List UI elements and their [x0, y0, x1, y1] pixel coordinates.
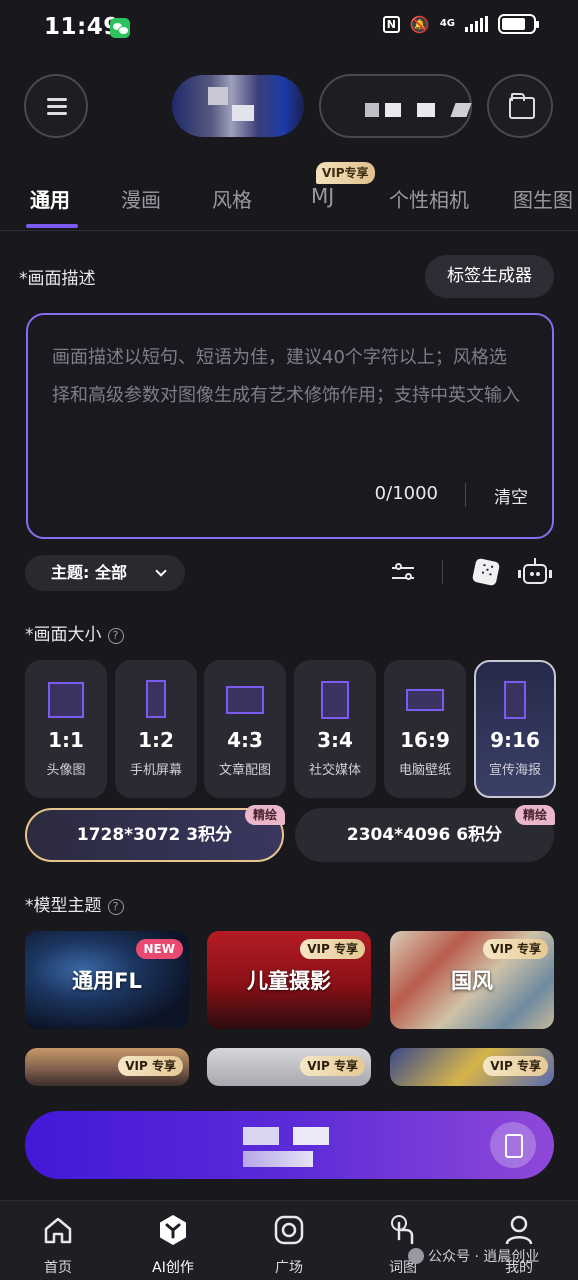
- model-card-child-photo[interactable]: 儿童摄影 VIP 专享: [207, 931, 371, 1029]
- tab-personal-camera[interactable]: 个性相机: [389, 184, 469, 213]
- category-tabs: 通用 漫画 风格 MJ 个性相机 图生图: [0, 180, 578, 226]
- clear-button[interactable]: 清空: [494, 483, 528, 508]
- menu-button[interactable]: [24, 74, 88, 138]
- size-option-16-9[interactable]: 16:9 电脑壁纸: [384, 660, 466, 798]
- nav-tap[interactable]: 词图: [368, 1213, 438, 1277]
- prompt-section-label: *画面描述: [19, 269, 96, 289]
- tab-mj[interactable]: MJ: [311, 184, 334, 208]
- ratio-frame-icon: [321, 681, 349, 719]
- wechat-official-icon: [408, 1248, 424, 1264]
- bottom-nav: 首页 AI创作 广场 词图 我的: [0, 1200, 578, 1280]
- controls-divider: [442, 560, 443, 584]
- vip-badge: VIP 专享: [483, 939, 548, 959]
- settings-sliders-icon[interactable]: [386, 556, 422, 590]
- nav-ai-create[interactable]: AI创作: [138, 1213, 208, 1277]
- tap-icon: [391, 1215, 414, 1245]
- network-type: 4G: [439, 18, 455, 29]
- size-option-4-3[interactable]: 4:3 文章配图: [204, 660, 286, 798]
- tab-image-to-image[interactable]: 图生图: [513, 184, 573, 213]
- new-badge: NEW: [135, 939, 183, 959]
- help-icon[interactable]: ?: [107, 899, 124, 915]
- status-time: 11:49: [44, 14, 120, 40]
- home-icon: [44, 1217, 72, 1244]
- nfc-icon: N: [382, 15, 400, 33]
- mute-bell-icon: 🔕: [409, 14, 430, 34]
- size-option-3-4[interactable]: 3:4 社交媒体: [294, 660, 376, 798]
- plaza-icon: [274, 1215, 304, 1245]
- char-counter: 0/1000: [374, 483, 438, 504]
- model-card-general-fl[interactable]: 通用FL NEW: [25, 931, 189, 1029]
- robot-icon[interactable]: [517, 556, 553, 590]
- model-card-portrait[interactable]: VIP 专享: [207, 1048, 371, 1086]
- tab-general[interactable]: 通用: [30, 184, 70, 213]
- theme-dropdown[interactable]: 主题: 全部: [25, 555, 185, 591]
- fine-draw-tag: 精绘: [515, 805, 556, 825]
- vip-badge: VIP专享: [316, 162, 375, 184]
- status-bar: 11:49 N 🔕 4G: [0, 0, 578, 56]
- size-option-1-2[interactable]: 1:2 手机屏幕: [115, 660, 197, 798]
- size-section-label: *画面大小?: [25, 620, 124, 645]
- folder-button[interactable]: [487, 74, 553, 138]
- vip-badge: VIP 专享: [300, 1056, 365, 1076]
- prompt-box: 0/1000 清空: [26, 313, 554, 539]
- model-card-cartoon[interactable]: VIP 专享: [390, 1048, 554, 1086]
- help-icon[interactable]: ?: [107, 628, 124, 644]
- chevron-down-icon: [155, 565, 167, 577]
- status-icons: N 🔕 4G: [382, 14, 539, 34]
- model-card-landscape[interactable]: VIP 专享: [25, 1048, 189, 1086]
- tab-style[interactable]: 风格: [212, 184, 252, 213]
- size-option-1-1[interactable]: 1:1 头像图: [25, 660, 107, 798]
- active-tab-indicator: [26, 224, 78, 228]
- theme-label: 主题: 全部: [51, 563, 127, 582]
- generate-button[interactable]: [25, 1111, 554, 1179]
- signal-icon: [465, 16, 488, 32]
- profile-icon: [505, 1215, 533, 1245]
- app-logo: [172, 75, 304, 137]
- tag-generator-button[interactable]: 标签生成器: [425, 255, 554, 298]
- ratio-frame-icon: [406, 689, 444, 711]
- ratio-frame-icon: [226, 686, 264, 714]
- prompt-input[interactable]: [52, 339, 522, 459]
- battery-icon: [498, 14, 539, 34]
- ratio-frame-icon: [146, 680, 166, 718]
- wechat-notification-icon: [110, 18, 130, 38]
- ratio-frame-icon: [504, 681, 526, 719]
- nav-plaza[interactable]: 广场: [254, 1213, 324, 1277]
- dice-random-icon[interactable]: [470, 556, 506, 590]
- ai-create-icon: [160, 1215, 186, 1245]
- document-icon[interactable]: [490, 1122, 536, 1168]
- counter-divider: [465, 483, 466, 507]
- size-option-9-16[interactable]: 9:16 宣传海报: [474, 660, 556, 798]
- nav-profile[interactable]: 我的: [484, 1213, 554, 1277]
- menu-icon: [47, 98, 67, 101]
- vip-badge: VIP 专享: [118, 1056, 183, 1076]
- model-card-chinese-style[interactable]: 国风 VIP 专享: [390, 931, 554, 1029]
- model-section-label: *模型主题?: [25, 891, 124, 916]
- account-pill[interactable]: [319, 74, 472, 138]
- ratio-frame-icon: [48, 682, 84, 718]
- tab-comic[interactable]: 漫画: [121, 184, 161, 213]
- watermark: 公众号 · 逍晨创业: [408, 1246, 539, 1266]
- vip-badge: VIP 专享: [483, 1056, 548, 1076]
- fine-draw-tag: 精绘: [245, 805, 286, 825]
- tabs-divider: [0, 230, 578, 231]
- nav-home[interactable]: 首页: [23, 1213, 93, 1277]
- vip-badge: VIP 专享: [300, 939, 365, 959]
